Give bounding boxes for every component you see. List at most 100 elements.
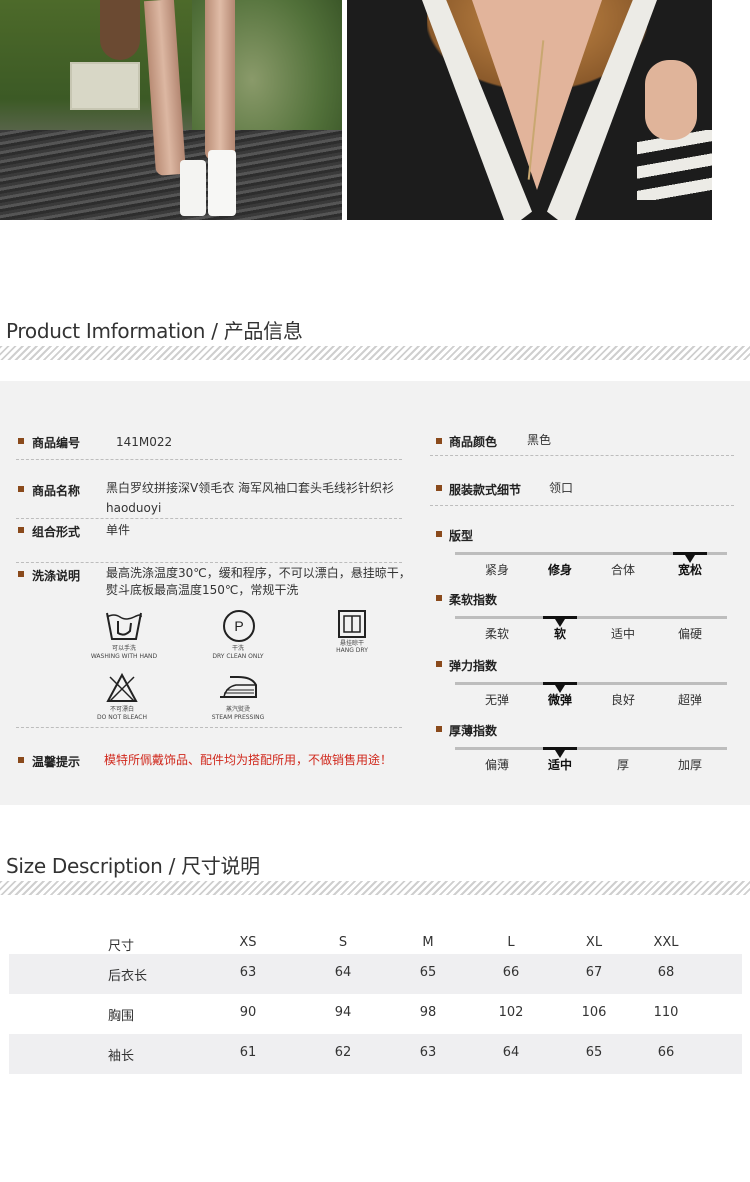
product-info-title: Product Imformation / 产品信息 — [6, 319, 303, 343]
size-header-cell: S — [338, 935, 348, 950]
table-cell: 胸围 — [108, 1009, 135, 1024]
svg-text:P: P — [234, 618, 243, 634]
bullet-icon — [436, 726, 442, 732]
bullet-icon — [436, 531, 442, 537]
table-cell: 110 — [653, 1005, 679, 1020]
scale-label: 厚薄指数 — [449, 724, 498, 738]
table-cell: 66 — [502, 965, 520, 980]
scale-label: 弹力指数 — [449, 659, 498, 673]
bullet-icon — [18, 571, 24, 577]
size-header-cell: L — [507, 935, 515, 950]
bullet-icon — [436, 485, 442, 491]
item-no-value: 141M022 — [116, 435, 173, 449]
size-title: Size Description / 尺寸说明 — [6, 854, 260, 878]
table-cell: 后衣长 — [108, 969, 148, 984]
divider — [16, 562, 402, 563]
item-name-value: 黑白罗纹拼接深V领毛衣 海军风袖口套头毛线衫针织衫 — [106, 481, 395, 495]
item-no-label: 商品编号 — [32, 436, 81, 450]
table-cell: 64 — [334, 965, 352, 980]
table-cell: 64 — [502, 1045, 520, 1060]
hand-wash-caption: 可以手洗 — [111, 645, 136, 652]
combination-value: 单件 — [106, 523, 131, 537]
divider — [430, 505, 734, 506]
scale-label: 版型 — [449, 529, 474, 543]
color-value: 黑色 — [527, 433, 552, 447]
table-cell: 62 — [334, 1045, 352, 1060]
hand-wash-caption-en: WASHING WITH HAND — [90, 653, 158, 660]
table-cell: 63 — [239, 965, 257, 980]
scale-option: 厚 — [616, 758, 629, 772]
size-header-cell: XS — [239, 935, 257, 950]
table-cell: 61 — [239, 1045, 257, 1060]
bullet-icon — [436, 595, 442, 601]
size-header-cell: M — [422, 935, 434, 950]
scale-option: 无弹 — [484, 693, 509, 707]
table-row: 后衣长 63 64 65 66 67 68 — [9, 954, 742, 994]
tip-value: 模特所佩戴饰品、配件均为搭配所用，不做销售用途！ — [104, 753, 393, 767]
scale-option: 宽松 — [677, 563, 702, 577]
table-cell: 63 — [419, 1045, 437, 1060]
table-cell: 67 — [585, 965, 603, 980]
steam-caption-en: STEAM PRESSING — [211, 714, 265, 721]
table-cell: 65 — [419, 965, 437, 980]
scale-track — [455, 616, 727, 619]
dry-clean-icon: P — [223, 610, 255, 642]
table-row: 袖长 61 62 63 64 65 66 — [9, 1034, 742, 1074]
scale-option: 紧身 — [484, 563, 509, 577]
steam-iron-icon — [220, 676, 257, 698]
divider — [16, 518, 402, 519]
size-header-cell: XXL — [653, 935, 679, 950]
size-header-cell: 尺寸 — [108, 939, 135, 954]
steam-caption: 蒸汽熨烫 — [225, 706, 250, 713]
divider — [16, 459, 402, 460]
divider — [430, 455, 734, 456]
size-header-cell: XL — [585, 935, 603, 950]
hang-dry-icon — [338, 610, 366, 638]
table-cell: 98 — [419, 1005, 437, 1020]
product-photo-neckline — [347, 0, 712, 220]
table-cell: 106 — [581, 1005, 607, 1020]
bullet-icon — [436, 438, 442, 444]
title-divider — [0, 346, 750, 360]
title-divider — [0, 881, 750, 895]
bullet-icon — [18, 486, 24, 492]
scale-label: 柔软指数 — [449, 593, 498, 607]
scale-option: 软 — [553, 627, 566, 641]
scale-option: 适中 — [547, 758, 572, 772]
no-bleach-caption-en: DO NOT BLEACH — [97, 714, 147, 721]
scale-option: 超弹 — [677, 693, 702, 707]
product-photo-legs — [0, 0, 342, 220]
divider — [16, 727, 402, 728]
bullet-icon — [18, 527, 24, 533]
dry-clean-caption-en: DRY CLEAN ONLY — [212, 653, 264, 660]
bullet-icon — [18, 438, 24, 444]
scale-option: 偏硬 — [677, 627, 702, 641]
wash-value: 最高洗涤温度30℃，缓和程序，不可以漂白，悬挂晾干， — [106, 566, 411, 580]
scale-option: 偏薄 — [484, 758, 509, 772]
table-cell: 65 — [585, 1045, 603, 1060]
scale-option: 适中 — [610, 627, 635, 641]
detail-label: 服装款式细节 — [449, 483, 522, 497]
tip-label: 温馨提示 — [32, 755, 81, 769]
table-cell: 90 — [239, 1005, 257, 1020]
item-name-label: 商品名称 — [32, 484, 81, 498]
dry-clean-caption: 干洗 — [231, 645, 244, 652]
no-bleach-caption: 不可漂白 — [109, 706, 134, 713]
scale-option: 修身 — [547, 563, 572, 577]
table-cell: 袖长 — [108, 1049, 135, 1064]
scale-track — [455, 682, 727, 685]
scale-option: 加厚 — [677, 758, 702, 772]
wash-value-2: 熨斗底板最高温度150℃，常规干洗 — [106, 583, 299, 597]
hand-wash-icon — [106, 612, 142, 640]
scale-option: 柔软 — [484, 627, 509, 641]
scale-option: 良好 — [610, 693, 635, 707]
wash-label: 洗涤说明 — [32, 569, 81, 583]
scale-option: 微弹 — [547, 693, 572, 707]
combination-label: 组合形式 — [32, 525, 81, 539]
size-table: 尺寸 XS S M L XL XXL 后衣长 63 64 65 66 67 68 胸围 90 94 98 102 1… — [0, 925, 750, 1085]
scale-option: 合体 — [610, 563, 635, 577]
table-row: 胸围 90 94 98 102 106 110 — [9, 994, 742, 1034]
item-name-brand: haoduoyi — [106, 501, 162, 515]
table-cell: 68 — [657, 965, 675, 980]
color-label: 商品颜色 — [449, 435, 498, 449]
